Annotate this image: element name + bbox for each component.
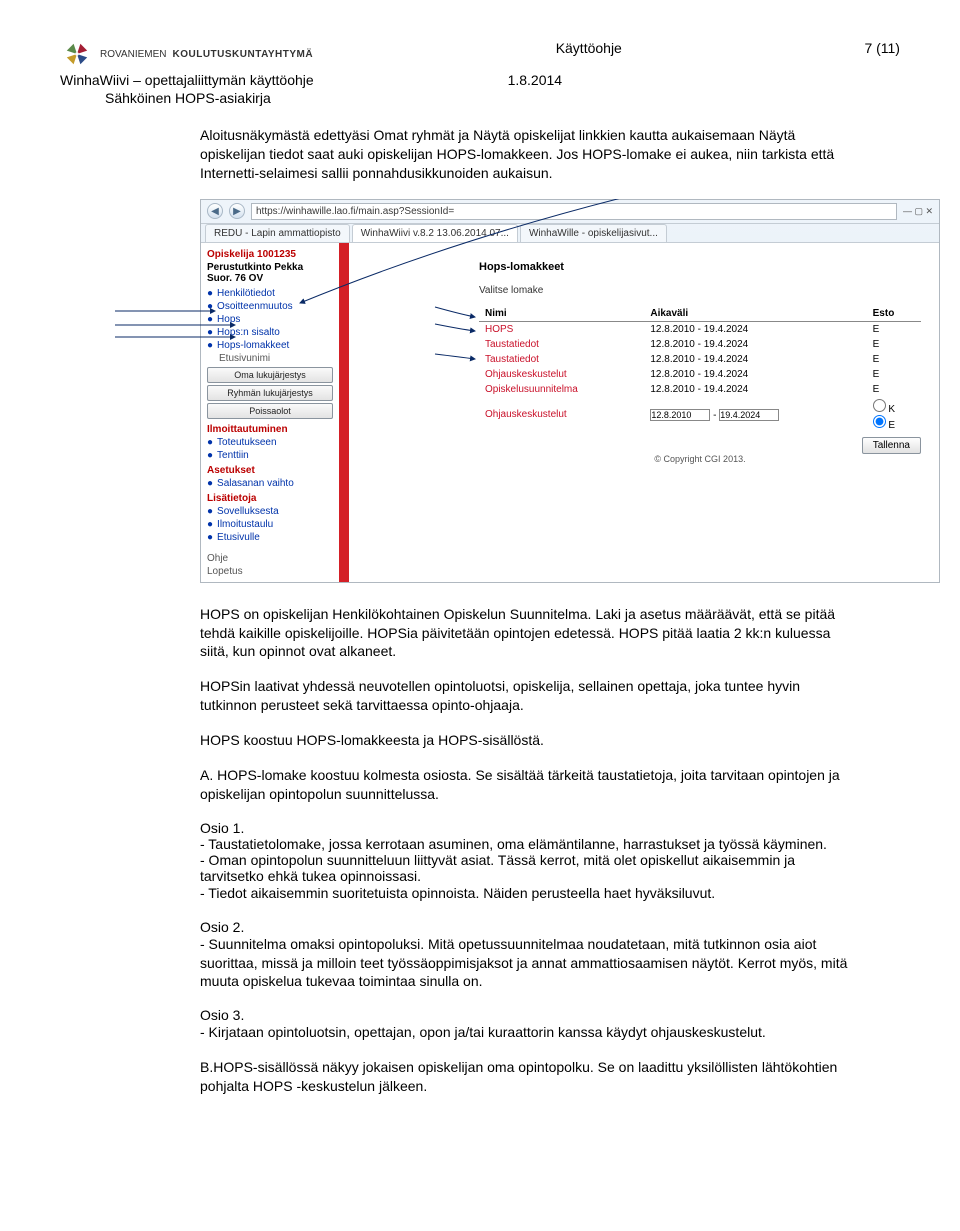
sidebar-button-schedule[interactable]: Oma lukujärjestys — [207, 367, 333, 383]
osio2-line: - Suunnitelma omaksi opintopoluksi. Mitä… — [200, 935, 860, 992]
bullet-icon: ● — [207, 450, 213, 461]
osio3-line: - Kirjataan opintoluotsin, opettajan, op… — [200, 1023, 860, 1042]
table-row: Ohjauskeskustelut12.8.2010 - 19.4.2024E — [479, 367, 921, 382]
osio2-title: Osio 2. — [200, 919, 860, 935]
bullet-icon: ● — [207, 532, 213, 543]
sidebar-section: Asetukset — [201, 462, 339, 477]
guide-section: Sähköinen HOPS-asiakirja — [105, 90, 900, 106]
sidebar-item: ●Sovelluksesta — [201, 505, 339, 518]
body-para: A. HOPS-lomake koostuu kolmesta osiosta.… — [200, 766, 860, 804]
forms-table: Nimi Aikaväli Esto HOPS12.8.2010 - 19.4.… — [479, 306, 921, 433]
bullet-icon: ● — [207, 314, 213, 325]
app-sidebar: Opiskelija 1001235 Perustutkinto Pekka S… — [201, 243, 339, 582]
page-header: ROVANIEMEN KOULUTUSKUNTAYHTYMÄ Käyttöohj… — [60, 40, 900, 68]
body-para: HOPS on opiskelijan Henkilökohtainen Opi… — [200, 605, 860, 662]
browser-tab[interactable]: WinhaWiivi v.8.2 13.06.2014 07... — [352, 224, 518, 242]
sidebar-item: ●Hops:n sisalto — [201, 326, 339, 339]
window-controls[interactable]: — ▢ ✕ — [903, 206, 933, 217]
panel-title: Hops-lomakkeet — [479, 261, 921, 273]
screenshot-wrapper: ◀ ▶ https://winhawille.lao.fi/main.asp?S… — [60, 199, 900, 583]
logo-text-2: KOULUTUSKUNTAYHTYMÄ — [173, 49, 314, 60]
body-para: HOPSin laativat yhdessä neuvotellen opin… — [200, 677, 860, 715]
panel-subtitle: Valitse lomake — [479, 285, 921, 296]
osio1-line: - Taustatietolomake, jossa kerrotaan asu… — [200, 836, 860, 852]
bullet-icon: ● — [207, 519, 213, 530]
sidebar-item: ●Toteutukseen — [201, 436, 339, 449]
sidebar-item-disabled: Etusivunimi — [201, 352, 339, 365]
table-row-editable: Ohjauskeskustelut - K E — [479, 397, 921, 433]
sidebar-button-group-schedule[interactable]: Ryhmän lukujärjestys — [207, 385, 333, 401]
sidebar-logout[interactable]: Lopetus — [201, 565, 339, 578]
address-bar[interactable]: https://winhawille.lao.fi/main.asp?Sessi… — [251, 203, 897, 220]
final-para: B.HOPS-sisällössä näkyy jokaisen opiskel… — [200, 1058, 860, 1096]
osio1-title: Osio 1. — [200, 820, 860, 836]
bullet-icon: ● — [207, 478, 213, 489]
subheader-row: WinhaWiivi – opettajaliittymän käyttöohj… — [60, 72, 900, 88]
bullet-icon: ● — [207, 437, 213, 448]
th-name: Nimi — [479, 306, 644, 322]
browser-tab[interactable]: REDU - Lapin ammattiopisto — [205, 224, 350, 242]
body-para: HOPS koostuu HOPS-lomakkeesta ja HOPS-si… — [200, 731, 860, 750]
guide-name: WinhaWiivi – opettajaliittymän käyttöohj… — [60, 72, 314, 88]
osio1-line: - Tiedot aikaisemmin suoritetuista opinn… — [200, 884, 860, 903]
sidebar-item: ●Osoitteenmuutos — [201, 300, 339, 313]
browser-tab[interactable]: WinhaWille - opiskelijasivut... — [520, 224, 667, 242]
guide-date: 1.8.2014 — [508, 72, 563, 88]
table-row: Opiskelusuunnitelma12.8.2010 - 19.4.2024… — [479, 382, 921, 397]
sidebar-item: ●Henkilötiedot — [201, 287, 339, 300]
logo-block: ROVANIEMEN KOULUTUSKUNTAYHTYMÄ — [60, 40, 313, 68]
logo-text-1: ROVANIEMEN — [100, 49, 167, 60]
table-row: Taustatiedot12.8.2010 - 19.4.2024E — [479, 352, 921, 367]
sidebar-item: ●Ilmoitustaulu — [201, 518, 339, 531]
red-divider — [339, 243, 349, 582]
forward-button[interactable]: ▶ — [229, 203, 245, 219]
radio-k[interactable] — [873, 399, 886, 412]
radio-e[interactable] — [873, 415, 886, 428]
back-button[interactable]: ◀ — [207, 203, 223, 219]
sidebar-help[interactable]: Ohje — [201, 552, 339, 565]
doc-title: Käyttöohje — [556, 40, 622, 56]
date-to-input[interactable] — [719, 409, 779, 421]
sidebar-item: ●Salasanan vaihto — [201, 477, 339, 490]
osio3-title: Osio 3. — [200, 1007, 860, 1023]
save-button[interactable]: Tallenna — [862, 437, 921, 454]
page-number: 7 (11) — [864, 40, 900, 56]
th-range: Aikaväli — [644, 306, 866, 322]
table-row: Taustatiedot12.8.2010 - 19.4.2024E — [479, 337, 921, 352]
copyright: © Copyright CGI 2013. — [479, 454, 921, 464]
bullet-icon: ● — [207, 288, 213, 299]
browser-chrome: ◀ ▶ https://winhawille.lao.fi/main.asp?S… — [200, 199, 940, 583]
main-panel: Hops-lomakkeet Valitse lomake Nimi Aikav… — [349, 243, 939, 582]
student-id: Opiskelija 1001235 — [201, 247, 339, 262]
sidebar-item-hops-lomakkeet: ●Hops-lomakkeet — [201, 339, 339, 352]
intro-paragraph: Aloitusnäkymästä edettyäsi Omat ryhmät j… — [200, 126, 860, 183]
student-ov: Suor. 76 OV — [201, 273, 339, 287]
sidebar-item: ●Hops — [201, 313, 339, 326]
student-name: Perustutkinto Pekka — [201, 262, 339, 273]
bullet-icon: ● — [207, 340, 213, 351]
date-from-input[interactable] — [650, 409, 710, 421]
sidebar-button-absence[interactable]: Poissaolot — [207, 403, 333, 419]
table-row: HOPS12.8.2010 - 19.4.2024E — [479, 321, 921, 337]
sidebar-section: Lisätietoja — [201, 490, 339, 505]
sidebar-item: ●Etusivulle — [201, 531, 339, 544]
sidebar-item: ●Tenttiin — [201, 449, 339, 462]
bullet-icon: ● — [207, 327, 213, 338]
bullet-icon: ● — [207, 301, 213, 312]
bullet-icon: ● — [207, 506, 213, 517]
sidebar-section: Ilmoittautuminen — [201, 421, 339, 436]
th-esto: Esto — [867, 306, 921, 322]
pinwheel-icon — [60, 40, 94, 68]
osio1-line: - Oman opintopolun suunnitteluun liittyv… — [200, 852, 860, 884]
